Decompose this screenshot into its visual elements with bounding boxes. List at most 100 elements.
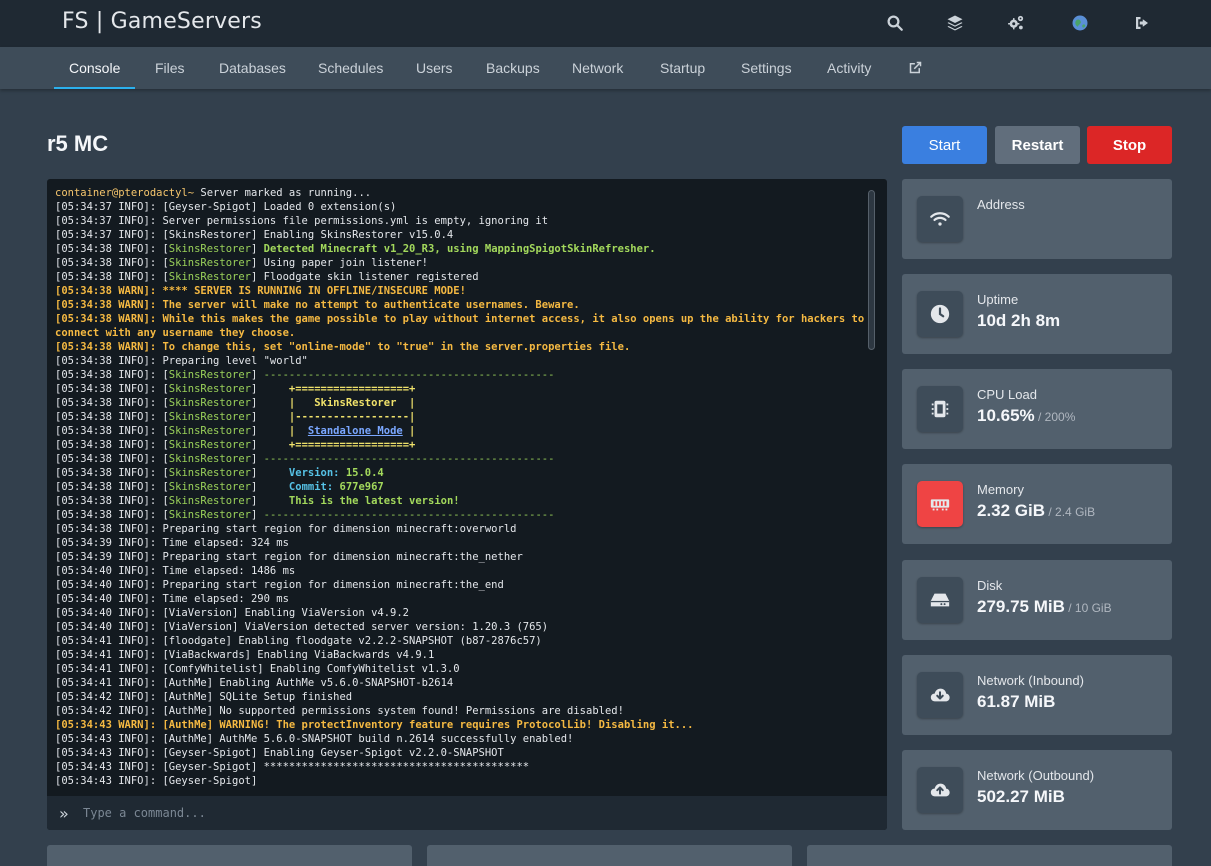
external-link-icon[interactable]	[893, 47, 938, 89]
stat-label: Uptime	[977, 292, 1019, 307]
console-segment: ] Using paper join listener!	[250, 257, 428, 269]
stat-value: 279.75 MiB / 10 GiB	[977, 597, 1112, 617]
console-segment: [05:34:43 INFO]: [AuthMe] AuthMe 5.6.0-S…	[55, 733, 574, 745]
tab-databases[interactable]: Databases	[204, 47, 301, 89]
stat-disk: Disk 279.75 MiB / 10 GiB	[902, 560, 1172, 640]
console-segment: This is the latest version!	[288, 495, 460, 507]
console-segment: [05:34:38 INFO]: [	[55, 369, 169, 381]
console-panel: container@pterodactyl~ Server marked as …	[47, 179, 887, 830]
console-segment: [05:34:39 INFO]: Time elapsed: 324 ms	[55, 537, 289, 549]
page-title: r5 MC	[47, 131, 109, 156]
console-line: [05:34:37 INFO]: [Geyser-Spigot] Loaded …	[55, 200, 870, 214]
cogs-icon[interactable]	[1003, 10, 1029, 36]
restart-button[interactable]: Restart	[995, 126, 1080, 164]
tab-startup[interactable]: Startup	[645, 47, 720, 89]
stat-memory: Memory 2.32 GiB / 2.4 GiB	[902, 464, 1172, 544]
console-line: [05:34:43 INFO]: [Geyser-Spigot] *******…	[55, 760, 870, 774]
console-segment: SkinsRestorer	[168, 411, 251, 423]
clock-icon	[917, 291, 963, 337]
tab-console[interactable]: Console	[54, 47, 136, 89]
console-segment: [05:34:38 INFO]: [	[55, 509, 169, 521]
start-button[interactable]: Start	[902, 126, 987, 164]
stat-main: 10.65%	[977, 406, 1035, 425]
console-link[interactable]: Standalone Mode	[308, 425, 403, 437]
console-segment: [05:34:42 INFO]: [AuthMe] No supported p…	[55, 705, 624, 717]
console-line: [05:34:42 INFO]: [AuthMe] SQLite Setup f…	[55, 690, 870, 704]
tab-backups[interactable]: Backups	[471, 47, 555, 89]
stop-button[interactable]: Stop	[1087, 126, 1172, 164]
console-segment: ]	[250, 509, 264, 521]
console-line: [05:34:38 INFO]: [SkinsRestorer] -------…	[55, 368, 870, 382]
console-line: [05:34:40 INFO]: [ViaVersion] ViaVersion…	[55, 620, 870, 634]
console-line: [05:34:41 INFO]: [ComfyWhitelist] Enabli…	[55, 662, 870, 676]
layers-icon[interactable]	[942, 10, 968, 36]
app-title[interactable]: FS | GameServers	[62, 9, 262, 34]
tab-files[interactable]: Files	[140, 47, 200, 89]
console-line: [05:34:39 INFO]: Preparing start region …	[55, 550, 870, 564]
console-segment: [05:34:38 INFO]: [	[55, 425, 169, 437]
console-segment: Detected Minecraft v1_20_R3, using Mappi…	[263, 243, 656, 255]
console-line: [05:34:38 INFO]: [SkinsRestorer] Version…	[55, 466, 870, 480]
console-line: [05:34:38 INFO]: Preparing start region …	[55, 522, 870, 536]
tab-settings[interactable]: Settings	[726, 47, 807, 89]
top-bar: FS | GameServers	[0, 0, 1211, 47]
console-segment: Version:	[288, 467, 346, 479]
console-scrollbar[interactable]	[868, 190, 875, 350]
avatar[interactable]	[1067, 10, 1093, 36]
console-line: [05:34:41 INFO]: [AuthMe] Enabling AuthM…	[55, 676, 870, 690]
console-line: [05:34:41 INFO]: [floodgate] Enabling fl…	[55, 634, 870, 648]
console-segment: 15.0.4	[345, 467, 384, 479]
chevron-double-right-icon: »	[59, 804, 69, 823]
console-line: [05:34:38 INFO]: [SkinsRestorer] | Stand…	[55, 424, 870, 438]
stat-label: Network (Inbound)	[977, 673, 1084, 688]
console-line: [05:34:43 INFO]: [AuthMe] AuthMe 5.6.0-S…	[55, 732, 870, 746]
console-segment: [05:34:41 INFO]: [ComfyWhitelist] Enabli…	[55, 663, 460, 675]
console-segment: [05:34:38 INFO]: [	[55, 383, 169, 395]
console-segment: SkinsRestorer	[168, 257, 251, 269]
console-segment: [05:34:38 WARN]: To change this, set "on…	[55, 341, 631, 353]
stat-main: 279.75 MiB	[977, 597, 1065, 616]
console-segment: [05:34:43 INFO]: [Geyser-Spigot] Enablin…	[55, 747, 504, 759]
console-line: [05:34:42 INFO]: [AuthMe] No supported p…	[55, 704, 870, 718]
stat-main: 2.32 GiB	[977, 501, 1046, 520]
stat-address: Address	[902, 179, 1172, 259]
console-segment: [05:34:39 INFO]: Preparing start region …	[55, 551, 523, 563]
console-line: [05:34:37 INFO]: [SkinsRestorer] Enablin…	[55, 228, 870, 242]
tab-network[interactable]: Network	[557, 47, 638, 89]
console-segment: [05:34:38 INFO]: [	[55, 271, 169, 283]
console-segment: [05:34:38 WARN]: While this makes the ga…	[55, 313, 865, 339]
hdd-icon	[917, 577, 963, 623]
tab-activity[interactable]: Activity	[812, 47, 886, 89]
wifi-icon	[917, 196, 963, 242]
console-line: [05:34:43 INFO]: [Geyser-Spigot]	[55, 774, 870, 788]
console-segment: [05:34:37 INFO]: [Geyser-Spigot] Loaded …	[55, 201, 397, 213]
console-line: [05:34:38 INFO]: [SkinsRestorer] | Skins…	[55, 396, 870, 410]
command-input[interactable]	[83, 803, 863, 823]
console-segment: [05:34:38 INFO]: [	[55, 243, 169, 255]
console-segment: [05:34:38 INFO]: Preparing start region …	[55, 523, 517, 535]
console-output: container@pterodactyl~ Server marked as …	[55, 186, 870, 794]
console-segment: 677e967	[339, 481, 384, 493]
tab-users[interactable]: Users	[401, 47, 468, 89]
console-segment: [05:34:41 INFO]: [ViaBackwards] Enabling…	[55, 649, 435, 661]
console-line: [05:34:38 INFO]: [SkinsRestorer] This is…	[55, 494, 870, 508]
stat-limit: / 2.4 GiB	[1045, 505, 1096, 519]
console-segment: ]	[250, 397, 289, 409]
console-segment: SkinsRestorer	[168, 495, 251, 507]
cloud-upload-icon	[917, 767, 963, 813]
console-segment: SkinsRestorer	[168, 383, 251, 395]
tab-schedules[interactable]: Schedules	[303, 47, 398, 89]
console-segment: ----------------------------------------…	[263, 453, 555, 465]
console-line: [05:34:38 INFO]: [SkinsRestorer] Using p…	[55, 256, 870, 270]
console-line: [05:34:38 INFO]: [SkinsRestorer] |------…	[55, 410, 870, 424]
console-line: [05:34:38 INFO]: [SkinsRestorer] +======…	[55, 438, 870, 452]
search-icon[interactable]	[882, 10, 908, 36]
console-segment: +==================+	[288, 383, 416, 395]
stat-cpu: CPU Load 10.65% / 200%	[902, 369, 1172, 449]
console-segment: [05:34:38 INFO]: [	[55, 257, 169, 269]
stat-label: Memory	[977, 482, 1024, 497]
sign-out-icon[interactable]	[1129, 10, 1155, 36]
console-segment: [05:34:40 INFO]: [ViaVersion] ViaVersion…	[55, 621, 549, 633]
graph-card-memory	[427, 845, 792, 866]
console-line: [05:34:37 INFO]: Server permissions file…	[55, 214, 870, 228]
